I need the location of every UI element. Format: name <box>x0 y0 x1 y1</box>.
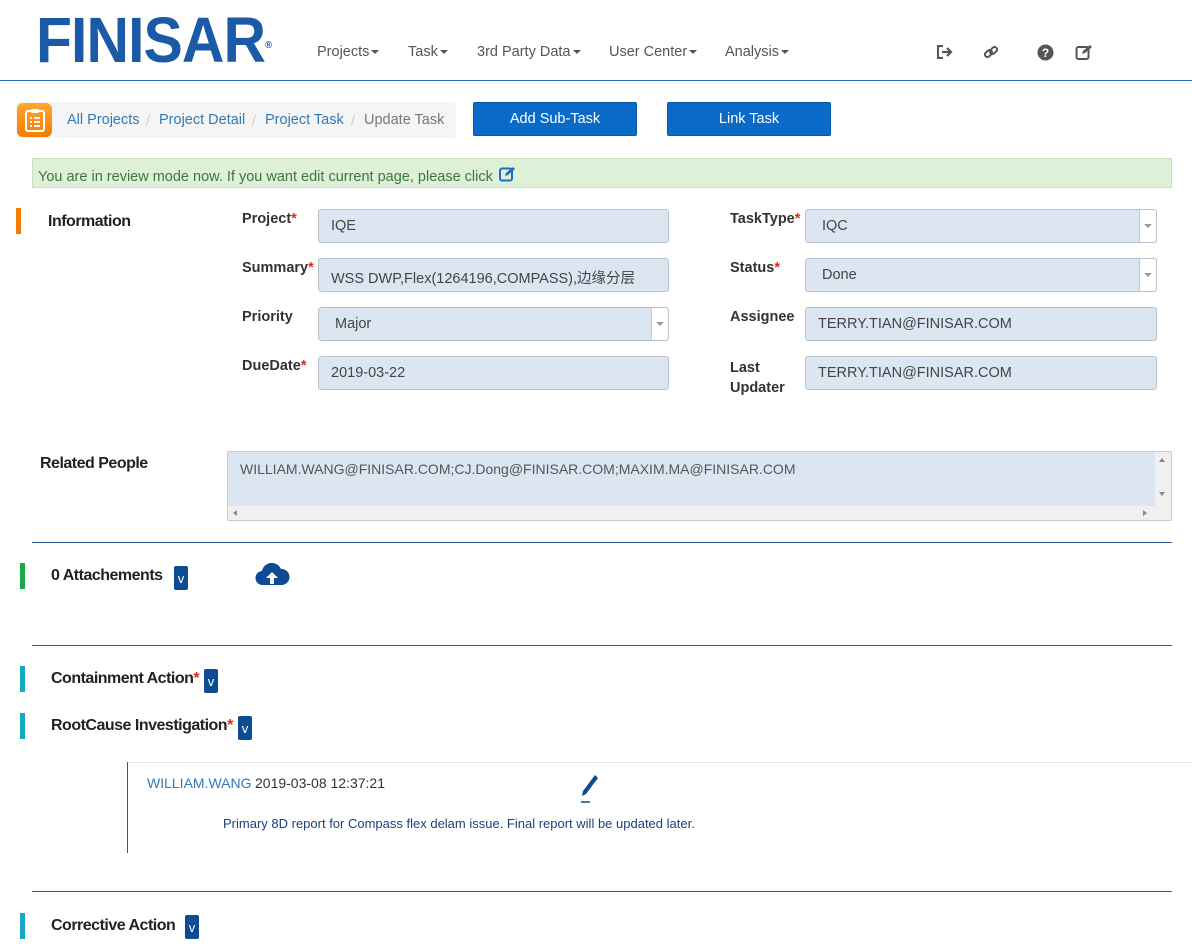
priority-label: Priority <box>242 309 293 325</box>
corrective-toggle-button[interactable]: v <box>185 915 199 939</box>
section-divider <box>32 542 1172 543</box>
pencil-icon[interactable] <box>580 773 600 806</box>
last-updater-label: Last Updater <box>730 360 785 396</box>
edit-icon[interactable] <box>1074 42 1094 62</box>
nav-projects[interactable]: Projects <box>317 44 380 60</box>
scroll-down-icon[interactable] <box>1159 492 1165 496</box>
caret-down-icon <box>781 50 789 55</box>
related-people-textarea[interactable]: WILLIAM.WANG@FINISAR.COM;CJ.Dong@FINISAR… <box>227 451 1172 521</box>
clipboard-icon <box>17 103 52 137</box>
rootcause-toggle-button[interactable]: v <box>238 716 252 740</box>
section-marker <box>20 563 25 589</box>
finisar-logo[interactable]: FINISAR® <box>36 8 272 72</box>
breadcrumb-project-detail[interactable]: Project Detail <box>159 112 245 128</box>
chevron-down-icon <box>1139 210 1156 242</box>
status-label: Status* <box>730 260 780 276</box>
section-title-containment: Containment Action* <box>51 670 200 687</box>
comment-timestamp: 2019-03-08 12:37:21 <box>255 775 385 791</box>
scroll-up-icon[interactable] <box>1159 458 1165 462</box>
related-people-value: WILLIAM.WANG@FINISAR.COM;CJ.Dong@FINISAR… <box>240 461 796 477</box>
link-icon[interactable] <box>981 42 1001 62</box>
project-label: Project* <box>242 211 297 227</box>
last-updater-field[interactable]: TERRY.TIAN@FINISAR.COM <box>805 356 1157 390</box>
section-divider <box>32 645 1172 646</box>
sign-out-icon[interactable] <box>935 42 955 62</box>
section-title-attachments: 0 Attachements <box>51 567 163 584</box>
breadcrumb-separator: / <box>351 112 355 128</box>
section-title-information: Information <box>48 213 131 230</box>
section-divider <box>32 891 1172 892</box>
chevron-down-icon <box>651 308 668 340</box>
tasktype-select[interactable]: IQC <box>805 209 1157 243</box>
question-circle-icon[interactable]: ? <box>1035 42 1055 62</box>
add-sub-task-button[interactable]: Add Sub-Task <box>473 102 637 136</box>
edit-icon[interactable] <box>498 166 516 182</box>
section-marker <box>20 666 25 692</box>
nav-user-center[interactable]: User Center <box>609 44 698 60</box>
comment-author-link[interactable]: WILLIAM.WANG <box>147 775 252 791</box>
section-marker <box>20 913 25 939</box>
summary-field[interactable]: WSS DWP,Flex(1264196,COMPASS),边缘分层 <box>318 258 669 292</box>
comment-bar <box>127 762 128 853</box>
nav-analysis[interactable]: Analysis <box>725 44 789 60</box>
duedate-field[interactable]: 2019-03-22 <box>318 356 669 390</box>
caret-down-icon <box>572 50 581 55</box>
assignee-field[interactable]: TERRY.TIAN@FINISAR.COM <box>805 307 1157 341</box>
breadcrumb-separator: / <box>252 112 256 128</box>
cloud-upload-icon[interactable] <box>254 562 290 590</box>
scroll-left-icon[interactable] <box>233 510 237 516</box>
vertical-scrollbar[interactable] <box>1155 452 1171 506</box>
breadcrumb-separator: / <box>146 112 150 128</box>
chevron-down-icon <box>1139 259 1156 291</box>
nav-3rd-party-data[interactable]: 3rd Party Data <box>477 44 581 60</box>
project-field[interactable]: IQE <box>318 209 669 243</box>
breadcrumb-all-projects[interactable]: All Projects <box>67 112 140 128</box>
section-title-rootcause: RootCause Investigation* <box>51 717 233 734</box>
status-select[interactable]: Done <box>805 258 1157 292</box>
horizontal-scrollbar[interactable] <box>228 506 1171 520</box>
attachments-toggle-button[interactable]: v <box>174 566 188 590</box>
priority-select[interactable]: Major <box>318 307 669 341</box>
section-marker <box>20 713 25 739</box>
nav-task[interactable]: Task <box>408 44 448 60</box>
related-people-label: Related People <box>40 455 148 472</box>
link-task-button[interactable]: Link Task <box>667 102 831 136</box>
caret-down-icon <box>689 50 698 55</box>
header-divider <box>0 80 1192 81</box>
section-title-corrective: Corrective Action <box>51 917 176 934</box>
review-mode-alert: You are in review mode now. If you want … <box>32 158 1172 188</box>
tasktype-label: TaskType* <box>730 211 801 227</box>
section-marker <box>16 208 21 234</box>
caret-down-icon <box>371 50 380 55</box>
comment-text: Primary 8D report for Compass flex delam… <box>223 816 695 831</box>
containment-toggle-button[interactable]: v <box>204 669 218 693</box>
alert-text: You are in review mode now. If you want … <box>38 169 493 185</box>
svg-text:?: ? <box>1041 46 1048 60</box>
breadcrumb-current: Update Task <box>364 112 445 128</box>
comment-divider <box>127 762 1192 763</box>
duedate-label: DueDate* <box>242 358 307 374</box>
summary-label: Summary* <box>242 260 314 276</box>
assignee-label: Assignee <box>730 309 795 325</box>
caret-down-icon <box>439 50 448 55</box>
breadcrumb-project-task[interactable]: Project Task <box>265 112 344 128</box>
scroll-right-icon[interactable] <box>1143 510 1147 516</box>
